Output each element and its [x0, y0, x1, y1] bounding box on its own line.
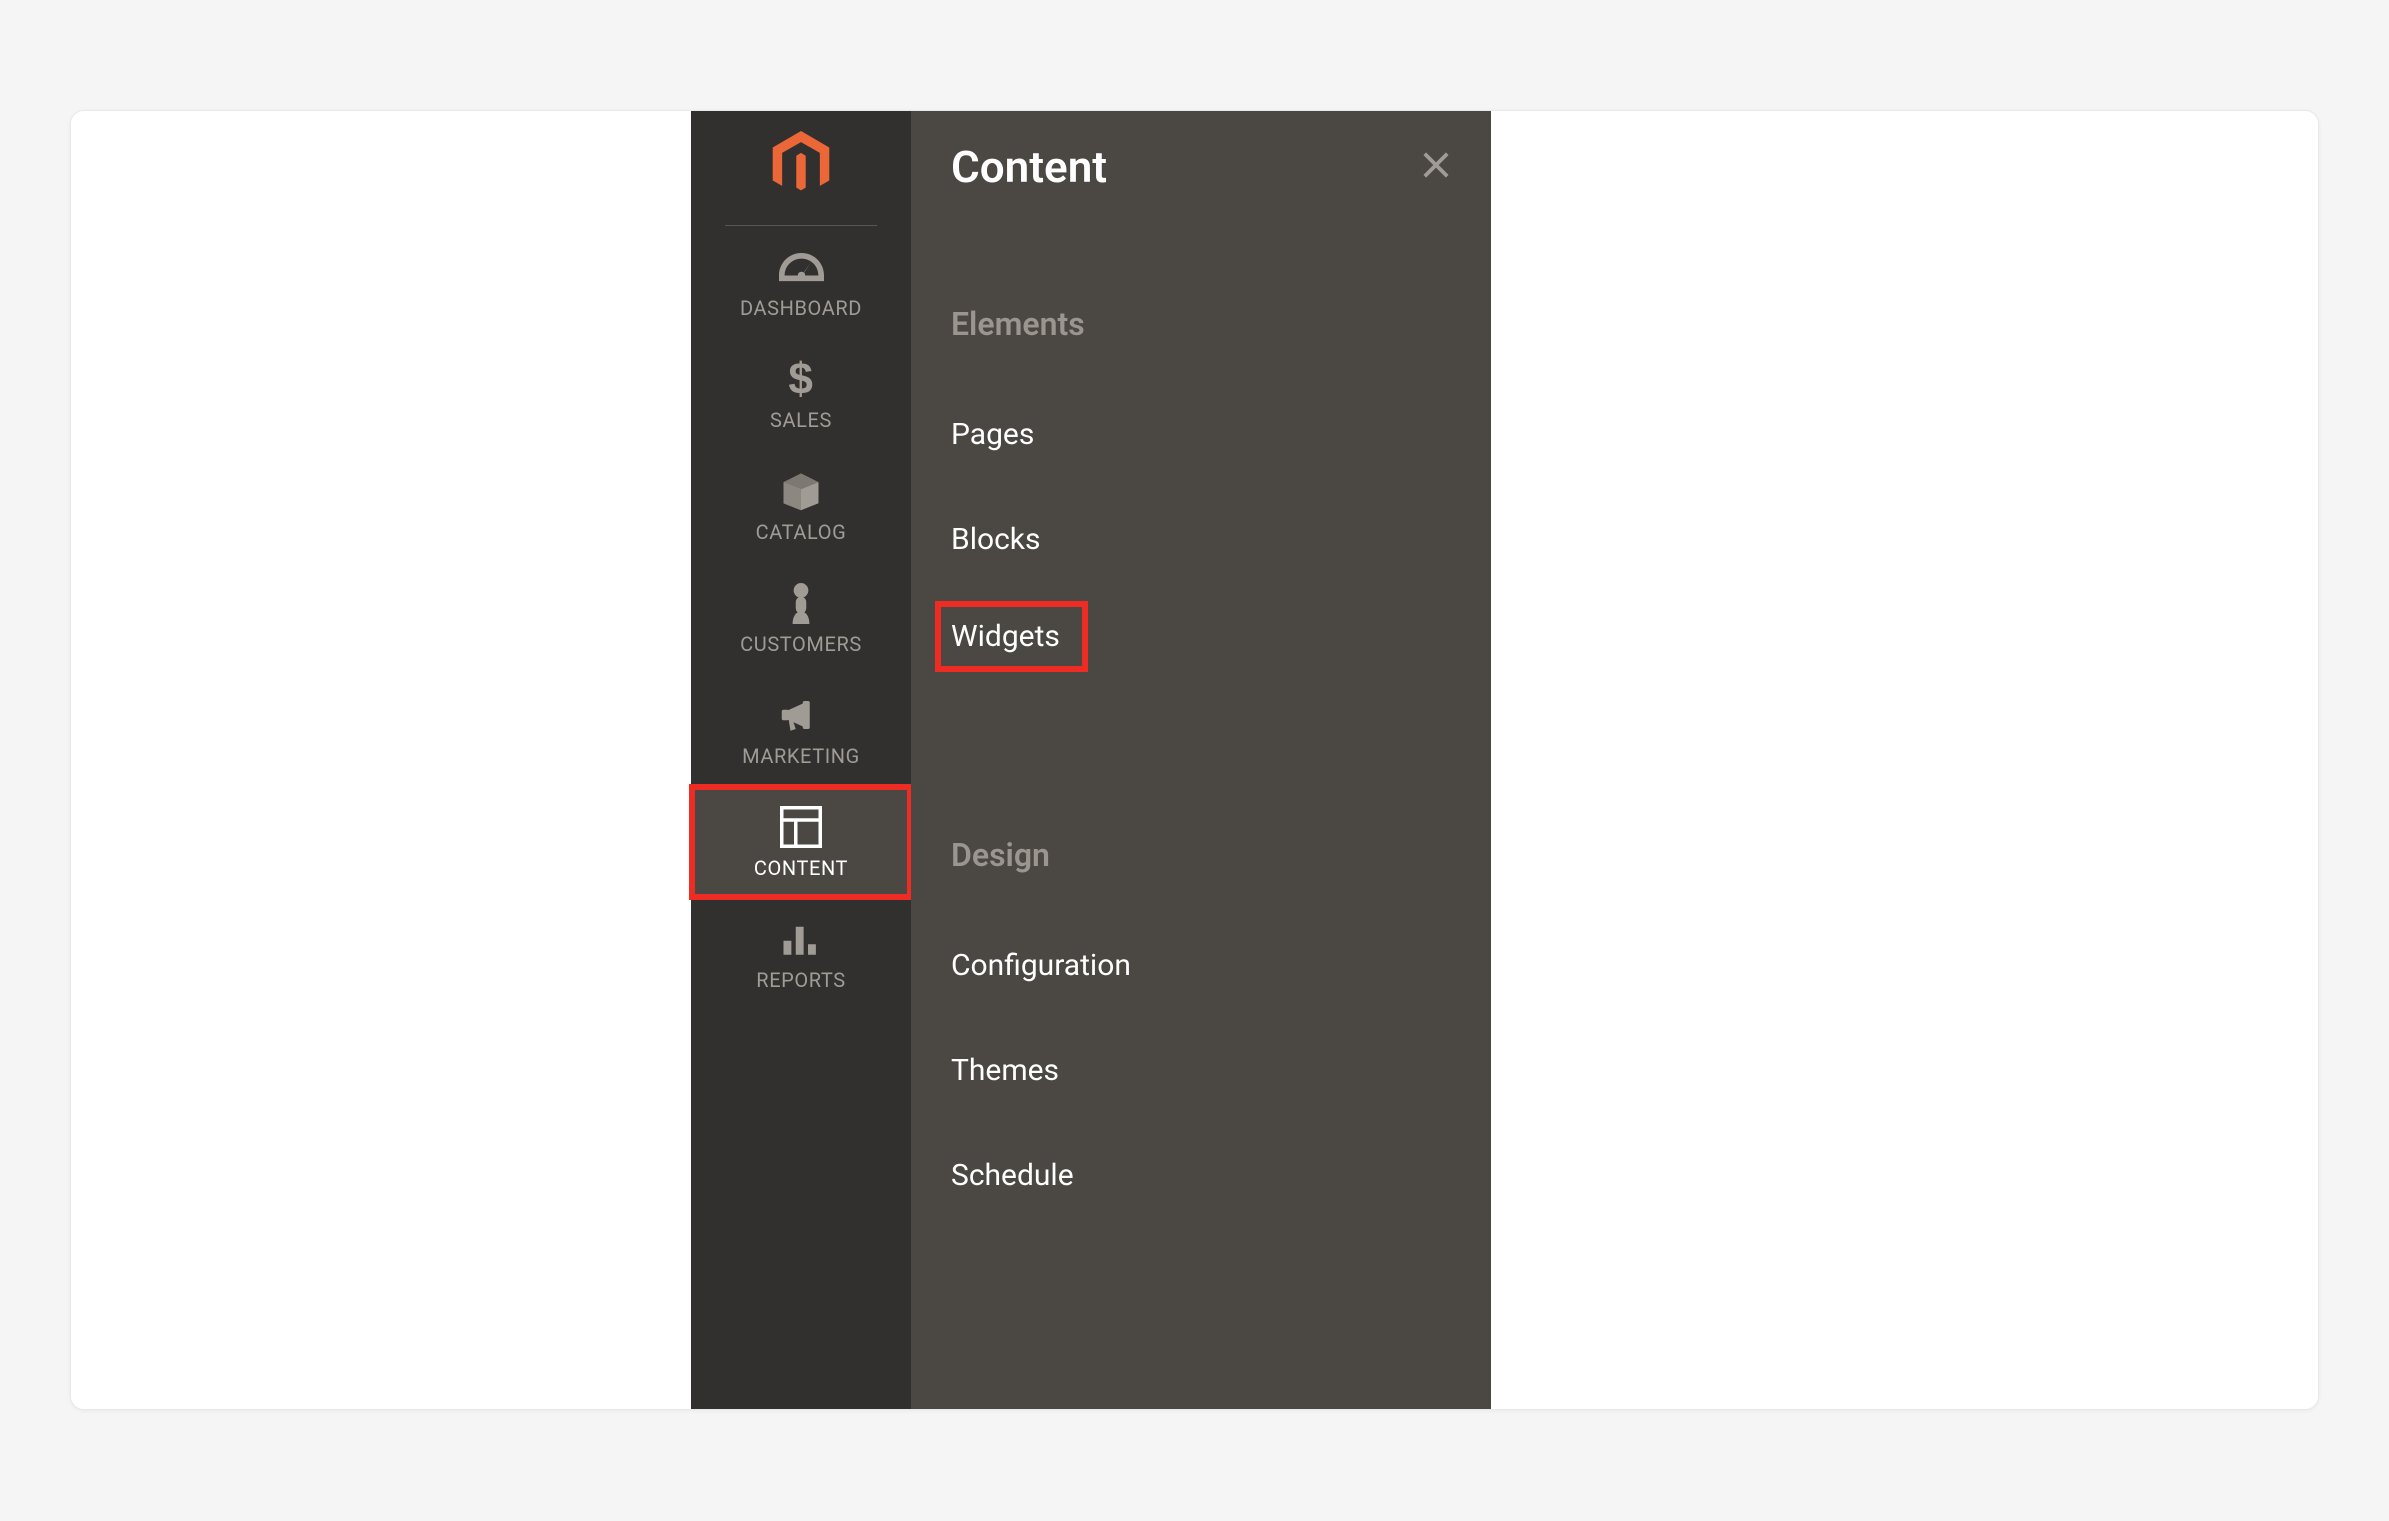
sidebar-item-sales[interactable]: $ SALES [691, 338, 911, 450]
flyout-item-blocks[interactable]: Blocks [951, 502, 1041, 577]
bars-icon [780, 918, 822, 960]
sidebar-item-label: CATALOG [756, 520, 847, 544]
sidebar-item-catalog[interactable]: CATALOG [691, 450, 911, 562]
screenshot-card: DASHBOARD $ SALES [70, 110, 2319, 1410]
flyout-section-design: Design [951, 836, 1451, 874]
megaphone-icon [780, 694, 822, 736]
flyout-section-elements: Elements [951, 305, 1451, 343]
content-flyout-panel: Content Elements Pages Blocks Widgets De… [911, 111, 1491, 1409]
flyout-item-themes[interactable]: Themes [951, 1033, 1059, 1108]
left-blank-region [71, 111, 691, 1409]
gauge-icon [779, 246, 824, 288]
layout-icon [780, 806, 822, 848]
sidebar-item-label: SALES [770, 408, 832, 432]
sidebar-item-label: DASHBOARD [740, 296, 862, 320]
flyout-section-design-items: Configuration Themes Schedule [951, 928, 1451, 1213]
sidebar-item-customers[interactable]: CUSTOMERS [691, 562, 911, 674]
magento-logo-icon [771, 131, 831, 201]
flyout-header: Content [951, 141, 1451, 193]
sidebar-item-label: REPORTS [756, 968, 845, 992]
page-wrap: DASHBOARD $ SALES [0, 0, 2389, 1520]
sidebar-item-label: CONTENT [754, 856, 848, 880]
sidebar-item-content[interactable]: CONTENT [691, 786, 911, 898]
sidebar-item-label: CUSTOMERS [740, 632, 862, 656]
admin-ui: DASHBOARD $ SALES [71, 111, 2318, 1409]
box-icon [780, 470, 822, 512]
dollar-icon: $ [788, 358, 814, 400]
main-sidebar: DASHBOARD $ SALES [691, 111, 911, 1409]
person-icon [787, 582, 815, 624]
sidebar-item-marketing[interactable]: MARKETING [691, 674, 911, 786]
right-blank-region [1491, 111, 2318, 1409]
sidebar-item-reports[interactable]: REPORTS [691, 898, 911, 1010]
flyout-item-widgets[interactable]: Widgets [941, 607, 1082, 666]
sidebar-item-dashboard[interactable]: DASHBOARD [691, 226, 911, 338]
svg-text:$: $ [788, 358, 813, 400]
flyout-item-pages[interactable]: Pages [951, 397, 1034, 472]
flyout-item-configuration[interactable]: Configuration [951, 928, 1131, 1003]
brand-logo[interactable] [725, 111, 877, 226]
sidebar-item-label: MARKETING [742, 744, 860, 768]
close-icon[interactable] [1421, 150, 1451, 184]
flyout-title: Content [951, 141, 1107, 193]
flyout-item-schedule[interactable]: Schedule [951, 1138, 1074, 1213]
flyout-section-elements-items: Pages Blocks Widgets [951, 397, 1451, 666]
